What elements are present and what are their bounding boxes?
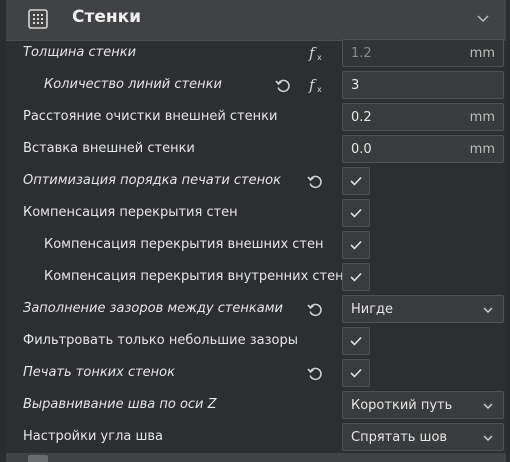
checkmark-icon [350,336,362,346]
optimize-wall-order-checkbox[interactable] [342,167,370,195]
svg-text:f: f [308,76,317,94]
chevron-down-icon [483,403,493,410]
setting-row-thin-walls: Печать тонких стенок [6,358,506,388]
setting-label: Настройки угла шва [23,429,164,444]
field-value: 1.2 [351,46,372,61]
setting-label: Оптимизация порядка печати стенок [23,173,281,188]
field-value: 3 [351,78,360,93]
setting-label: Печать тонких стенок [23,365,175,380]
walls-grid-icon [28,9,48,29]
setting-row-wall-line-count: Количество линий стенки f x 3 [6,70,506,100]
reset-icon[interactable] [306,364,324,382]
next-section-header[interactable] [6,453,506,462]
chevron-down-icon[interactable] [474,10,492,28]
setting-label: Компенсация перекрытия внутренних стен [44,269,344,284]
setting-row-inner-overlap-comp: Компенсация перекрытия внутренних стен [6,262,506,292]
setting-row-fill-gaps: Заполнение зазоров между стенками Нигде [6,294,506,324]
outer-overlap-comp-checkbox[interactable] [342,231,370,259]
filter-small-gaps-checkbox[interactable] [342,327,370,355]
setting-label: Толщина стенки [23,45,137,60]
field-value: 0.0 [351,142,372,157]
section-header-walls[interactable]: Стенки [6,0,506,41]
settings-panel: Стенки Толщина стенки f x 1.2 mm Количес… [6,0,506,462]
setting-label: Вставка внешней стенки [23,141,195,156]
select-value: Спрятать шов [351,430,448,445]
setting-label: Заполнение зазоров между стенками [23,301,284,316]
wall-overlap-comp-checkbox[interactable] [342,199,370,227]
setting-row-outer-overlap-comp: Компенсация перекрытия внешних стен [6,230,506,260]
svg-text:f: f [308,44,317,62]
setting-label: Расстояние очистки внешней стенки [23,109,278,124]
setting-row-wall-thickness: Толщина стенки f x 1.2 mm [6,38,506,68]
field-unit: mm [469,142,495,157]
checkmark-icon [350,240,362,250]
select-value: Короткий путь [351,398,453,413]
wall-line-count-field[interactable]: 3 [342,71,504,99]
inner-overlap-comp-checkbox[interactable] [342,263,370,291]
seam-corner-select[interactable]: Спрятать шов [342,423,504,451]
setting-label: Количество линий стенки [44,77,222,92]
checkmark-icon [350,176,362,186]
field-unit: mm [469,46,495,61]
setting-row-z-seam-align: Выравнивание шва по оси Z Короткий путь [6,390,506,420]
function-icon[interactable]: f x [308,76,326,94]
checkmark-icon [350,272,362,282]
setting-label: Компенсация перекрытия внешних стен [44,237,324,252]
chevron-down-icon [483,307,493,314]
fill-gaps-select[interactable]: Нигде [342,295,504,323]
select-value: Нигде [351,302,394,317]
setting-label: Фильтровать только небольшие зазоры [23,333,298,348]
svg-text:x: x [317,85,322,94]
setting-row-optimize-wall-order: Оптимизация порядка печати стенок [6,166,506,196]
outer-wall-inset-field[interactable]: 0.0 mm [342,135,504,163]
thin-walls-checkbox[interactable] [342,359,370,387]
checkmark-icon [350,208,362,218]
setting-label: Выравнивание шва по оси Z [23,397,217,412]
function-icon[interactable]: f x [308,44,326,62]
field-value: 0.2 [351,110,372,125]
section-icon [28,455,48,462]
chevron-down-icon [483,435,493,442]
svg-text:x: x [317,53,322,62]
outer-wall-wipe-field[interactable]: 0.2 mm [342,103,504,131]
setting-row-seam-corner: Настройки угла шва Спрятать шов [6,422,506,452]
setting-row-outer-wall-inset: Вставка внешней стенки 0.0 mm [6,134,506,164]
reset-icon[interactable] [274,76,292,94]
setting-row-outer-wall-wipe: Расстояние очистки внешней стенки 0.2 mm [6,102,506,132]
section-title: Стенки [72,7,142,27]
setting-label: Компенсация перекрытия стен [23,205,238,220]
setting-row-wall-overlap-comp: Компенсация перекрытия стен [6,198,506,228]
setting-row-filter-small-gaps: Фильтровать только небольшие зазоры [6,326,506,356]
z-seam-align-select[interactable]: Короткий путь [342,391,504,419]
field-unit: mm [469,110,495,125]
reset-icon[interactable] [306,172,324,190]
checkmark-icon [350,368,362,378]
reset-icon[interactable] [306,300,324,318]
wall-thickness-field[interactable]: 1.2 mm [342,39,504,67]
